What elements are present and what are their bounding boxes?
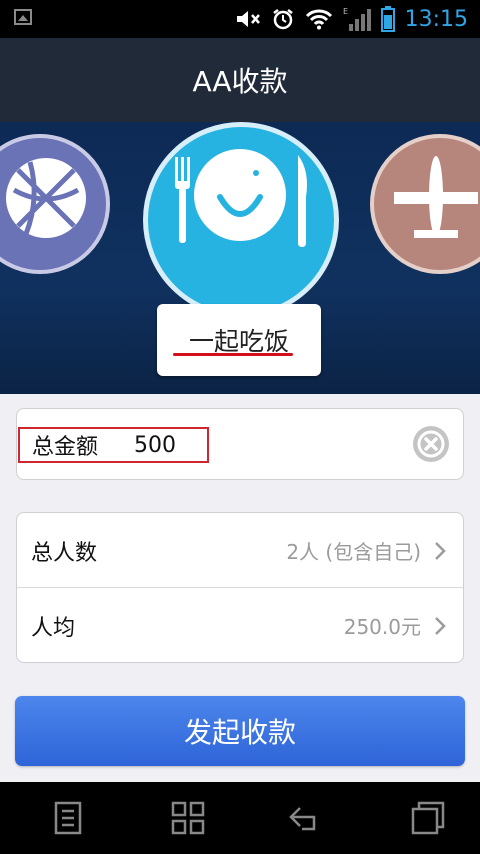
clock: 13:15 [404,6,468,32]
clear-icon [417,430,445,458]
total-amount-label: 总金额 [32,435,99,460]
back-icon[interactable] [288,800,324,836]
chevron-right-icon [435,541,446,560]
alarm-icon [272,9,293,30]
basketball-icon [6,158,86,238]
page-title: AA收款 [192,65,288,98]
cell-signal-icon: E [343,7,371,31]
split-options-list: 总人数 2人 (包含自己) 人均 250.0元 [16,512,464,663]
wifi-icon [305,9,332,30]
status-bar: E 13:15 [0,0,480,38]
category-travel[interactable] [370,134,480,274]
category-dining[interactable] [143,122,339,318]
selected-category-label[interactable]: 一起吃饭 [157,304,321,376]
chevron-right-icon [435,616,446,635]
image-notification-icon [14,9,32,25]
menu-icon[interactable] [50,800,86,836]
clear-button[interactable] [413,426,449,462]
apps-icon[interactable] [170,800,206,836]
total-people-value: 2人 (包含自己) [286,540,421,564]
title-bar: AA收款 [0,38,480,122]
total-amount-input[interactable]: 500 [134,433,176,458]
start-collection-label: 发起收款 [183,716,296,749]
per-person-value: 250.0元 [343,615,421,639]
amount-highlight-box: 总金额 500 [18,427,209,463]
category-basketball[interactable] [0,134,110,274]
highlight-underline [173,353,293,356]
status-icons: E 13:15 [235,0,468,38]
airplane-icon [394,156,478,238]
category-carousel[interactable]: 一起吃饭 [0,122,480,394]
total-amount-field[interactable]: 总金额 500 [16,408,464,480]
row-total-people[interactable]: 总人数 2人 (包含自己) [17,513,463,588]
battery-icon [380,6,395,32]
dining-icon [175,149,307,247]
row-per-person[interactable]: 人均 250.0元 [17,588,463,663]
svg-text:E: E [343,7,348,16]
total-people-label: 总人数 [31,540,98,566]
per-person-label: 人均 [31,615,76,641]
start-collection-button[interactable]: 发起收款 [15,696,465,766]
navigation-bar [0,782,480,854]
recent-apps-icon[interactable] [410,800,446,836]
mute-icon [236,11,260,27]
